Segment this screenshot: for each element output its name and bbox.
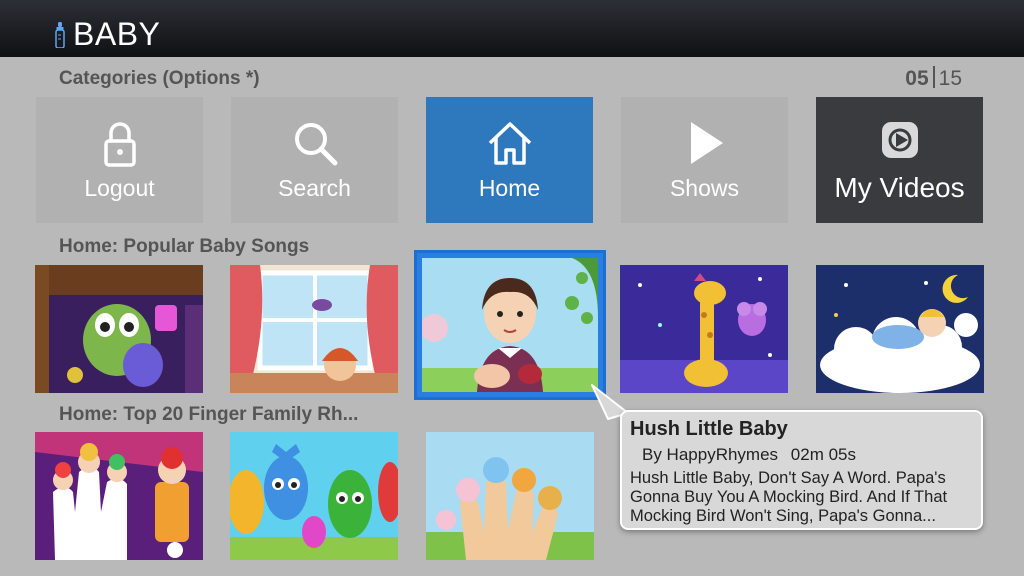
video-thumbnail[interactable] <box>816 265 984 393</box>
tooltip-description: Hush Little Baby, Don't Say A Word. Papa… <box>630 469 948 525</box>
purple-creature-scene-image <box>35 265 203 393</box>
video-thumbnail[interactable] <box>620 265 788 393</box>
lock-icon <box>103 121 136 167</box>
shows-label: Shows <box>669 174 740 201</box>
home-label: Home <box>478 174 541 201</box>
home-tile[interactable]: Home <box>426 97 593 223</box>
tooltip-title: Hush Little Baby <box>630 418 788 440</box>
my-videos-tile[interactable]: My Videos <box>816 97 983 223</box>
clown-finger-family-image <box>35 432 203 560</box>
page-current: 05 <box>905 67 929 90</box>
page-counter: 05 15 <box>905 66 962 91</box>
video-info-tooltip: Hush Little Baby By HappyRhymes 02m 05s … <box>620 410 983 530</box>
tooltip-author: By HappyRhymes <box>642 445 779 464</box>
sleeping-cloud-baby-image <box>816 265 984 393</box>
search-icon <box>294 122 337 165</box>
page-total: 15 <box>938 67 962 90</box>
baby-bottle-icon <box>55 22 65 48</box>
video-thumbnail[interactable] <box>230 432 398 560</box>
app-title: BABY <box>73 16 161 52</box>
top-bar: BABY <box>0 0 1024 57</box>
video-thumbnail[interactable] <box>230 265 398 393</box>
animal-finger-family-image <box>426 432 594 560</box>
logout-tile[interactable]: Logout <box>36 97 203 223</box>
my-videos-icon <box>881 122 918 158</box>
row-label-finger-family: Home: Top 20 Finger Family Rh... <box>59 404 359 425</box>
giraffe-night-scene-image <box>620 265 788 393</box>
window-room-scene-image <box>230 265 398 393</box>
video-thumbnail[interactable] <box>35 432 203 560</box>
categories-label: Categories (Options *) <box>59 68 260 89</box>
candy-finger-family-image <box>230 432 398 560</box>
my-videos-label: My Videos <box>834 172 965 203</box>
tooltip-duration: 02m 05s <box>790 445 856 464</box>
row-label-popular-baby-songs: Home: Popular Baby Songs <box>59 236 310 257</box>
tooltip-meta: By HappyRhymes 02m 05s <box>642 445 973 465</box>
hush-little-baby-image <box>422 258 598 392</box>
search-tile[interactable]: Search <box>231 97 398 223</box>
home-icon <box>488 121 531 165</box>
shows-tile[interactable]: Shows <box>621 97 788 223</box>
video-thumbnail[interactable] <box>35 265 203 393</box>
search-label: Search <box>278 174 351 201</box>
page-divider <box>932 66 935 88</box>
video-thumbnail-focused[interactable] <box>417 253 603 397</box>
video-thumbnail[interactable] <box>426 432 594 560</box>
logout-label: Logout <box>84 174 155 201</box>
play-icon <box>690 121 723 164</box>
